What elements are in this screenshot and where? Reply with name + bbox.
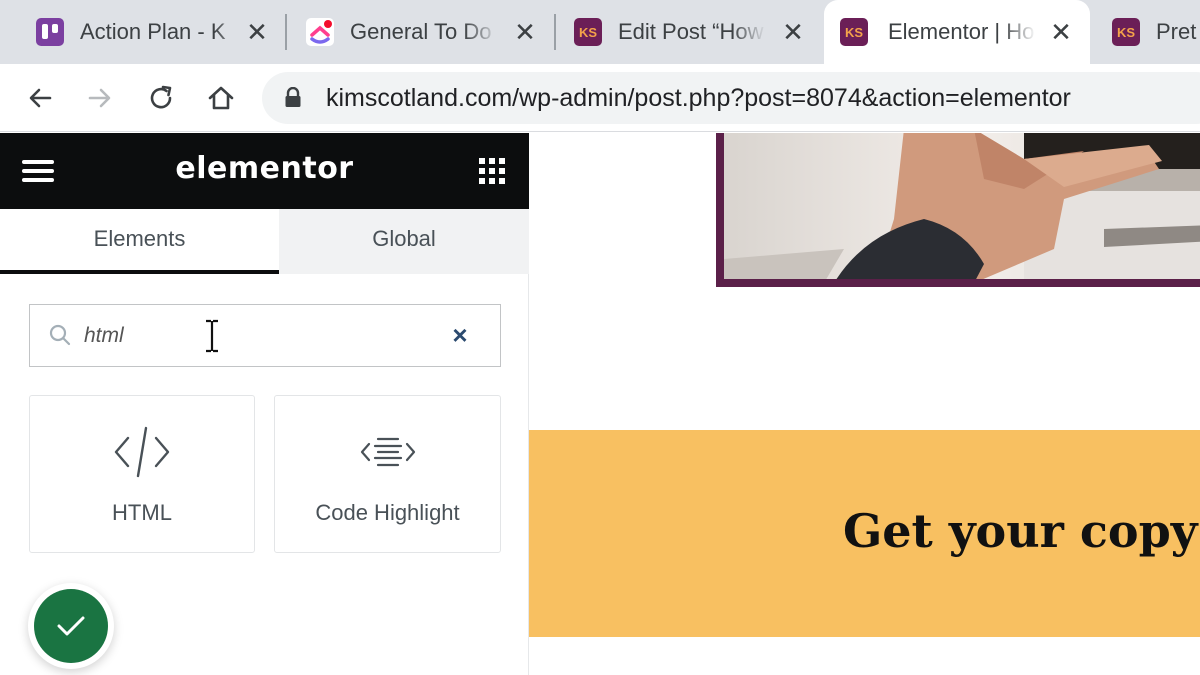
widget-label: HTML xyxy=(112,500,172,525)
ks-icon: KS xyxy=(574,18,602,46)
elementor-panel: elementor Elements Global html × HTML Co… xyxy=(0,133,529,675)
clickup-icon xyxy=(306,18,334,46)
code-highlight-icon xyxy=(360,437,415,467)
ks-icon: KS xyxy=(1112,18,1140,46)
tab-separator xyxy=(554,14,556,50)
tab-global[interactable]: Global xyxy=(279,209,529,274)
home-icon xyxy=(208,86,234,110)
tab-general-to-do[interactable]: General To Do ✕ xyxy=(290,0,552,64)
tab-title: Action Plan - K xyxy=(80,19,226,44)
close-tab-icon[interactable]: ✕ xyxy=(242,17,272,47)
widget-search-input[interactable]: html × xyxy=(29,304,501,367)
tab-pret[interactable]: KS Pret xyxy=(1096,0,1200,64)
panel-header: elementor xyxy=(0,133,529,209)
hand-tablet-photo xyxy=(716,133,1200,287)
tab-edit-post[interactable]: KS Edit Post “How ✕ xyxy=(558,0,820,64)
reload-icon xyxy=(150,85,172,109)
close-tab-icon[interactable]: ✕ xyxy=(1046,17,1076,47)
browser-tab-strip: Action Plan - K ✕ General To Do ✕ KS Edi… xyxy=(0,0,1200,64)
back-arrow-icon xyxy=(29,88,52,108)
tab-elementor[interactable]: KS Elementor | Ho ✕ xyxy=(824,0,1090,64)
lock-icon xyxy=(285,87,301,107)
widget-code-highlight[interactable]: Code Highlight xyxy=(274,395,501,553)
close-tab-icon[interactable]: ✕ xyxy=(510,17,540,47)
address-bar[interactable]: kimscotland.com/wp-admin/post.php?post=8… xyxy=(262,72,1200,124)
widgets-grid-icon[interactable] xyxy=(479,158,505,184)
page-preview-canvas[interactable]: Get your copy o xyxy=(529,133,1200,675)
search-icon xyxy=(49,324,71,346)
get-your-copy-banner: Get your copy o xyxy=(529,430,1200,637)
tab-title: Pret xyxy=(1156,19,1197,44)
search-value: html xyxy=(84,324,124,347)
text-cursor-icon xyxy=(206,319,218,353)
close-tab-icon[interactable]: ✕ xyxy=(778,17,808,47)
widget-label: Code Highlight xyxy=(315,500,460,525)
forward-button[interactable] xyxy=(78,76,122,120)
browser-toolbar: kimscotland.com/wp-admin/post.php?post=8… xyxy=(0,64,1200,132)
tab-action-plan[interactable]: Action Plan - K ✕ xyxy=(20,0,282,64)
ks-icon: KS xyxy=(840,18,868,46)
reload-button[interactable] xyxy=(139,76,183,120)
elementor-logo: elementor xyxy=(175,151,354,186)
back-button[interactable] xyxy=(18,76,62,120)
home-button[interactable] xyxy=(199,76,243,120)
widget-html[interactable]: HTML xyxy=(29,395,255,553)
publish-button[interactable] xyxy=(34,589,108,663)
code-icon xyxy=(114,426,170,478)
tab-elements[interactable]: Elements xyxy=(0,209,279,274)
clear-search-icon[interactable]: × xyxy=(446,321,474,349)
forward-arrow-icon xyxy=(88,88,111,108)
url-text: kimscotland.com/wp-admin/post.php?post=8… xyxy=(326,84,1071,112)
tab-separator xyxy=(285,14,287,50)
trello-icon xyxy=(36,18,64,46)
checkmark-icon xyxy=(57,616,85,636)
panel-tabs: Elements Global xyxy=(0,209,529,274)
banner-heading: Get your copy o xyxy=(843,504,1200,558)
